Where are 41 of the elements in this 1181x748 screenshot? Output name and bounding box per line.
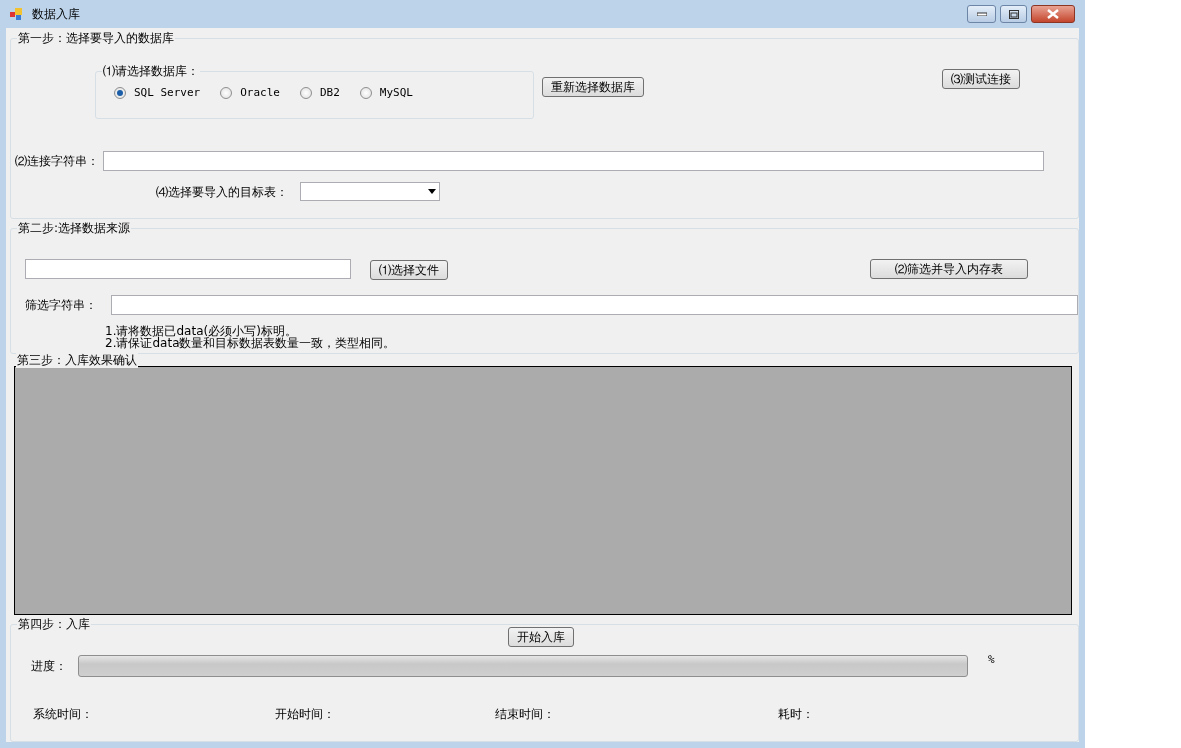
group-legend: ⑴请选择数据库： — [102, 63, 200, 79]
radio-label[interactable]: DB2 — [320, 85, 340, 102]
group-legend: 第三步：入库效果确认 — [16, 351, 138, 368]
radio-label[interactable]: SQL Server — [134, 85, 201, 102]
radio-button[interactable] — [114, 87, 126, 100]
filter-string-field[interactable] — [111, 295, 1078, 316]
file-path-field[interactable] — [25, 258, 351, 279]
window-title: 数据入库 — [32, 6, 80, 23]
field-label: ⑷选择要导入的目标表： — [156, 183, 288, 201]
choose-file-button[interactable]: ⑴选择文件 — [370, 260, 448, 281]
field-label: 筛选字符串： — [25, 297, 97, 315]
close-button[interactable] — [1031, 5, 1075, 23]
target-table-dropdown[interactable] — [300, 182, 440, 201]
start-import-button[interactable]: 开始入库 — [508, 626, 574, 647]
instruction-text: 1.请将数据已data(必须小写)标明。 — [105, 325, 297, 338]
radio-label[interactable]: Oracle — [240, 85, 280, 102]
maximize-icon — [1008, 9, 1019, 19]
test-connection-button[interactable]: ⑶测试连接 — [942, 69, 1020, 89]
time-label: 系统时间： — [33, 705, 93, 723]
percent-label: % — [988, 652, 995, 669]
group-legend: 第二步:选择数据来源 — [17, 220, 132, 237]
radio-button[interactable] — [300, 87, 312, 100]
connection-string-field[interactable] — [103, 151, 1044, 171]
minimize-icon — [976, 12, 987, 16]
group-legend: 第四步：入库 — [17, 615, 91, 632]
field-label: ⑵连接字符串： — [15, 153, 99, 170]
time-label: 结束时间： — [495, 705, 555, 723]
app-icon — [10, 8, 24, 20]
close-icon — [1047, 9, 1059, 19]
dropdown-arrow-icon — [428, 189, 436, 194]
group-legend: 第一步：选择要导入的数据库 — [17, 30, 175, 46]
time-label: 耗时： — [778, 705, 814, 723]
time-label: 开始时间： — [275, 705, 335, 723]
maximize-button[interactable] — [1000, 5, 1027, 23]
radio-button[interactable] — [220, 87, 233, 100]
radio-button[interactable] — [359, 87, 372, 100]
reselect-database-button[interactable]: 重新选择数据库 — [542, 77, 644, 97]
radio-label[interactable]: MySQL — [379, 85, 413, 102]
progress-label: 进度： — [31, 657, 68, 675]
instruction-text: 2.请保证data数量和目标数据表数量一致，类型相同。 — [105, 337, 397, 350]
filter-import-button[interactable]: ⑵筛选并导入内存表 — [870, 258, 1028, 279]
